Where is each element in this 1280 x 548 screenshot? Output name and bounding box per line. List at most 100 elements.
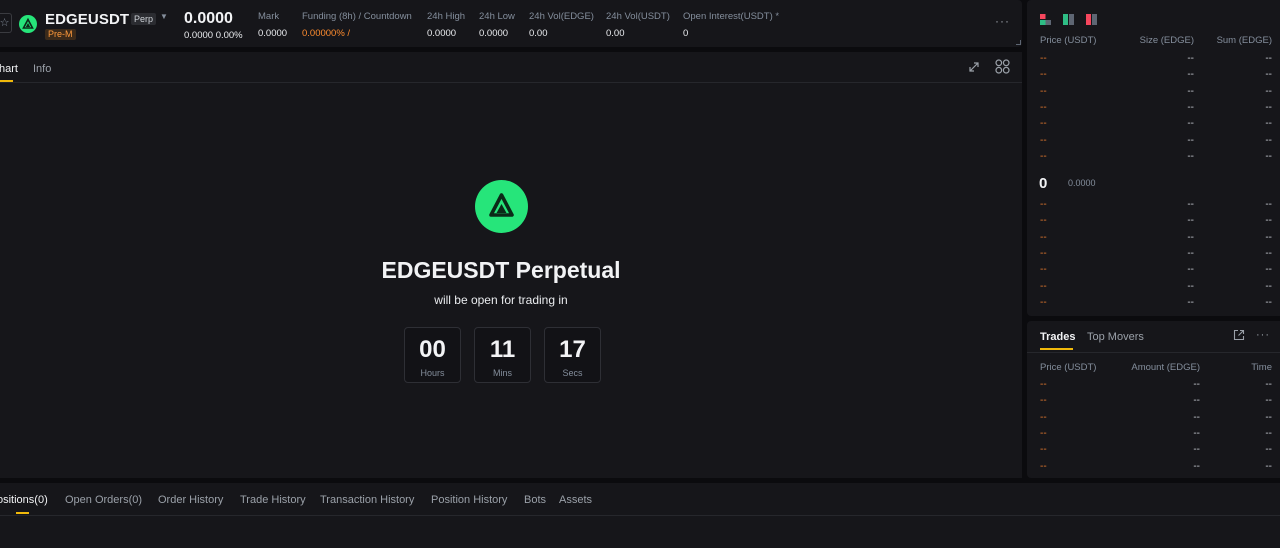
tab-order-history[interactable]: Order History <box>158 494 223 506</box>
book-bids-icon[interactable] <box>1063 14 1074 25</box>
bid-row[interactable]: -- -- -- <box>1040 215 1280 231</box>
bid-row[interactable]: -- -- -- <box>1040 199 1280 215</box>
more-icon[interactable]: ··· <box>995 14 1010 28</box>
cell: -- <box>1193 379 1200 390</box>
stat-value: 0.0000 <box>479 28 509 39</box>
cell: -- <box>1040 118 1047 130</box>
bid-row[interactable]: -- -- -- <box>1040 248 1280 264</box>
book-both-icon[interactable] <box>1040 14 1051 25</box>
header-amount: Amount (EDGE) <box>1131 362 1200 373</box>
expand-icon[interactable] <box>968 61 980 76</box>
ask-row[interactable]: -- -- -- <box>1040 135 1280 151</box>
popout-icon[interactable] <box>1233 329 1245 344</box>
header-size[interactable]: Size (EDGE) <box>1140 35 1194 46</box>
cell: -- <box>1187 118 1194 130</box>
trade-row[interactable]: -- -- -- <box>1040 461 1280 477</box>
cell: -- <box>1040 444 1047 456</box>
trade-row[interactable]: -- -- -- <box>1040 428 1280 444</box>
cell: -- <box>1187 296 1194 308</box>
pre-market-badge: Pre-M <box>45 29 76 40</box>
ask-row[interactable]: -- -- -- <box>1040 86 1280 102</box>
active-tab-indicator <box>1040 348 1073 350</box>
cell: -- <box>1187 134 1194 146</box>
cell: -- <box>1040 460 1047 472</box>
ask-row[interactable]: -- -- -- <box>1040 53 1280 69</box>
cell: -- <box>1040 395 1047 407</box>
cell: -- <box>1265 247 1272 259</box>
stat-funding[interactable]: Funding (8h) / Countdown 0.00000% / <box>302 11 412 39</box>
stat-value: 0.00000% / <box>302 28 351 39</box>
cell: -- <box>1265 379 1272 390</box>
stat-value: 0 <box>683 28 689 39</box>
chevron-down-icon[interactable]: ▼ <box>160 12 168 21</box>
cell: -- <box>1265 199 1272 210</box>
cell: -- <box>1265 231 1272 243</box>
countdown-unit: Hours <box>420 368 445 378</box>
cell: -- <box>1193 395 1200 407</box>
ask-row[interactable]: -- -- -- <box>1040 151 1280 167</box>
tab-chart[interactable]: hart <box>0 63 18 75</box>
cell: -- <box>1040 101 1047 113</box>
trade-row[interactable]: -- -- -- <box>1040 412 1280 428</box>
stat-value: 0.00 <box>606 28 625 39</box>
stat-24h-low: 24h Low 0.0000 <box>479 11 515 39</box>
countdown-value: 11 <box>489 336 516 363</box>
stat-open-interest: Open Interest(USDT) * 0 <box>683 11 779 39</box>
cell: -- <box>1265 427 1272 439</box>
divider <box>0 515 1280 516</box>
bid-row[interactable]: -- -- -- <box>1040 264 1280 280</box>
countdown-value: 00 <box>419 336 446 363</box>
ask-row[interactable]: -- -- -- <box>1040 69 1280 85</box>
chart-panel: hart Info EDGEUSDT Perpetual will be ope… <box>0 52 1022 478</box>
cell: -- <box>1040 379 1047 390</box>
trade-row[interactable]: -- -- -- <box>1040 379 1280 395</box>
cell: -- <box>1193 411 1200 423</box>
cell: -- <box>1265 101 1272 113</box>
cell: -- <box>1187 199 1194 210</box>
cell: -- <box>1040 53 1047 64</box>
cell: -- <box>1040 199 1047 210</box>
mark-price: 0.0000 <box>1068 178 1096 188</box>
stat-label: 24h High <box>427 11 466 22</box>
ask-row[interactable]: -- -- -- <box>1040 102 1280 118</box>
symbol-name[interactable]: EDGEUSDT <box>45 11 129 28</box>
tab-top-movers[interactable]: Top Movers <box>1087 331 1144 343</box>
header-price: Price (USDT) <box>1040 362 1097 373</box>
header-sum[interactable]: Sum (EDGE) <box>1217 35 1272 46</box>
cell: -- <box>1265 134 1272 146</box>
tab-positions[interactable]: ositions(0) <box>0 494 48 506</box>
bid-row[interactable]: -- -- -- <box>1040 281 1280 297</box>
tab-transaction-history[interactable]: Transaction History <box>320 494 414 506</box>
trade-row[interactable]: -- -- -- <box>1040 444 1280 460</box>
book-asks-icon[interactable] <box>1086 14 1097 25</box>
cell: -- <box>1040 231 1047 243</box>
chart-tabs: hart Info <box>0 52 1022 83</box>
tab-assets[interactable]: Assets <box>559 494 592 506</box>
cell: -- <box>1187 69 1194 81</box>
cell: -- <box>1265 460 1272 472</box>
bid-row[interactable]: -- -- -- <box>1040 232 1280 248</box>
cell: -- <box>1187 264 1194 276</box>
tab-open-orders[interactable]: Open Orders(0) <box>65 494 142 506</box>
tab-trade-history[interactable]: Trade History <box>240 494 306 506</box>
stat-label: Mark <box>258 11 280 22</box>
ask-row[interactable]: -- -- -- <box>1040 118 1280 134</box>
cell: -- <box>1040 411 1047 423</box>
layout-grid-icon[interactable] <box>995 59 1010 77</box>
tab-trades[interactable]: Trades <box>1040 331 1075 343</box>
tab-info[interactable]: Info <box>33 63 51 75</box>
positions-panel: ositions(0) Open Orders(0) Order History… <box>0 483 1280 548</box>
more-icon[interactable]: ··· <box>1256 329 1270 341</box>
trade-row[interactable]: -- -- -- <box>1040 395 1280 411</box>
mid-price: 0 <box>1039 175 1048 192</box>
cell: -- <box>1187 53 1194 64</box>
countdown-seconds: 17 Secs <box>544 327 601 383</box>
cell: -- <box>1265 215 1272 227</box>
tab-bots[interactable]: Bots <box>524 494 546 506</box>
stat-value: 0.0000 <box>427 28 457 39</box>
resize-icon[interactable] <box>1016 40 1021 45</box>
tab-position-history[interactable]: Position History <box>431 494 507 506</box>
cell: -- <box>1265 296 1272 308</box>
bid-row[interactable]: -- -- -- <box>1040 297 1280 313</box>
favorite-star-icon[interactable]: ☆ <box>0 13 12 33</box>
